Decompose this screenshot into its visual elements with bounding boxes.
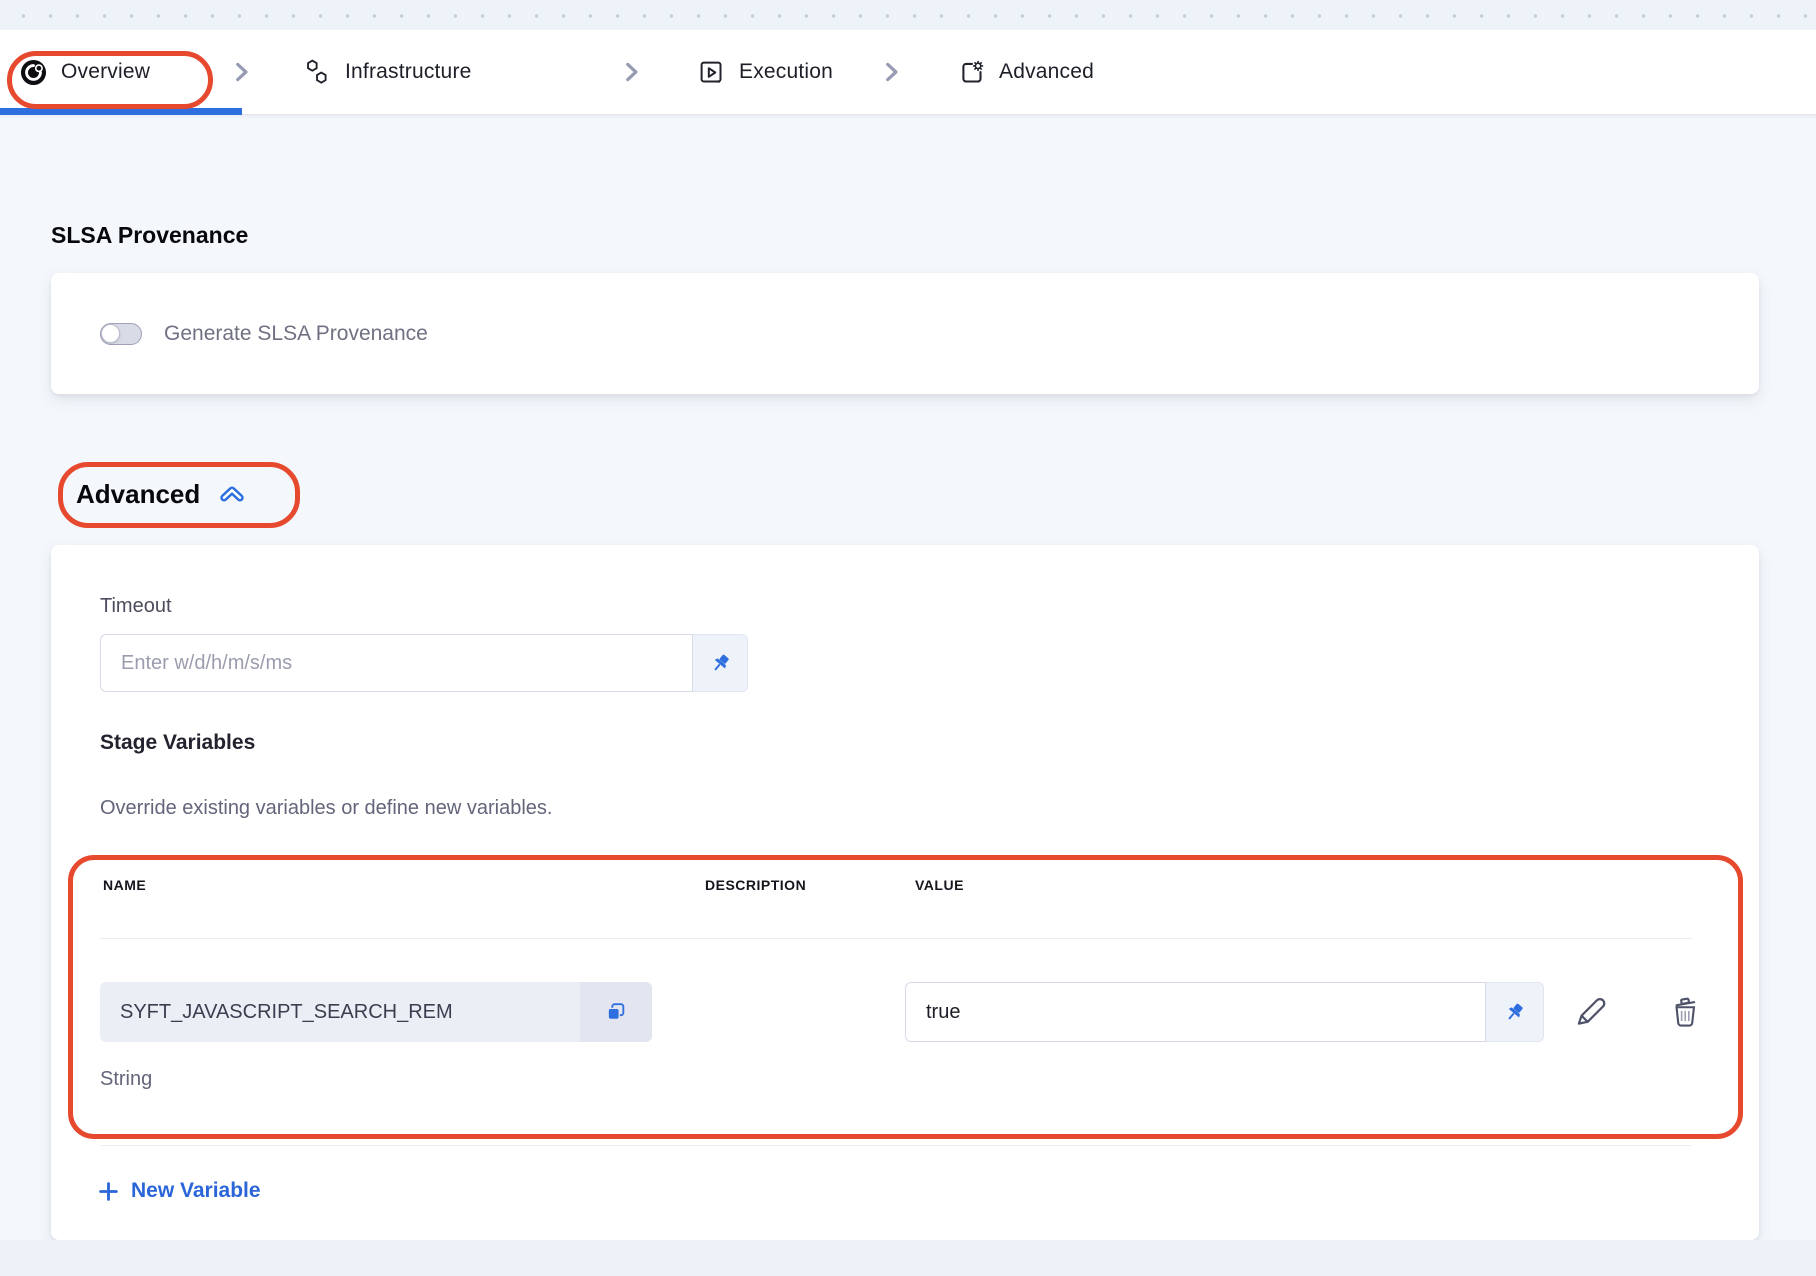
variable-value-group — [905, 982, 1544, 1042]
column-header-name: NAME — [103, 877, 146, 893]
timeout-input[interactable] — [100, 634, 693, 692]
tab-execution-label: Execution — [739, 60, 833, 84]
trash-icon — [1666, 993, 1704, 1031]
delete-variable-button[interactable] — [1663, 990, 1707, 1034]
generate-slsa-label: Generate SLSA Provenance — [164, 322, 428, 346]
pin-icon — [1503, 1001, 1526, 1024]
variable-value-input[interactable] — [905, 982, 1486, 1042]
timeout-label: Timeout — [100, 595, 172, 618]
advanced-section-header[interactable]: Advanced — [76, 478, 248, 510]
pencil-icon — [1571, 993, 1609, 1031]
column-header-value: VALUE — [915, 877, 964, 893]
tab-overview[interactable]: Overview — [20, 30, 150, 114]
overview-icon — [20, 59, 47, 86]
copy-icon — [605, 1001, 627, 1023]
slsa-provenance-card: Generate SLSA Provenance — [51, 273, 1759, 394]
new-variable-label: New Variable — [131, 1179, 261, 1203]
slsa-toggle-row: Generate SLSA Provenance — [100, 273, 428, 394]
chevron-up-icon — [216, 478, 248, 510]
variable-name-text: SYFT_JAVASCRIPT_SEARCH_REM — [100, 982, 580, 1042]
advanced-tab-icon — [958, 59, 985, 86]
toggle-knob — [101, 324, 120, 343]
timeout-pin-button[interactable] — [693, 634, 748, 692]
advanced-section-heading: Advanced — [76, 479, 200, 510]
edit-variable-button[interactable] — [1568, 990, 1612, 1034]
infrastructure-icon — [303, 58, 331, 86]
tab-overview-label: Overview — [61, 60, 150, 84]
dotted-canvas-background — [0, 0, 1816, 30]
tab-infrastructure[interactable]: Infrastructure — [303, 30, 472, 114]
stage-variables-heading: Stage Variables — [100, 731, 255, 755]
generate-slsa-toggle[interactable] — [100, 323, 142, 345]
variable-name-field[interactable]: SYFT_JAVASCRIPT_SEARCH_REM — [100, 982, 652, 1042]
advanced-settings-card: Timeout Stage Variables Override existin… — [51, 545, 1759, 1240]
stage-variables-description: Override existing variables or define ne… — [100, 797, 552, 820]
variable-type-label: String — [100, 1068, 152, 1091]
copy-name-button[interactable] — [580, 982, 652, 1042]
active-tab-underline — [0, 108, 242, 115]
slsa-provenance-heading: SLSA Provenance — [51, 222, 248, 249]
chevron-right-icon — [618, 30, 644, 114]
table-header-divider — [100, 938, 1692, 939]
stage-tabbar: Overview Infrastructure — [0, 30, 1816, 115]
plus-icon — [98, 1181, 119, 1202]
chevron-right-icon — [228, 30, 254, 114]
table-bottom-divider — [100, 1145, 1692, 1146]
column-header-description: DESCRIPTION — [705, 877, 806, 893]
tab-advanced-label: Advanced — [999, 60, 1094, 84]
chevron-right-icon — [878, 30, 904, 114]
tab-execution[interactable]: Execution — [698, 30, 833, 114]
tab-advanced[interactable]: Advanced — [958, 30, 1094, 114]
pin-icon — [709, 652, 732, 675]
tab-infrastructure-label: Infrastructure — [345, 60, 472, 84]
execution-icon — [698, 59, 725, 86]
stage-config-page: Overview Infrastructure — [0, 0, 1816, 1276]
variable-value-pin-button[interactable] — [1486, 982, 1544, 1042]
timeout-field-group — [100, 634, 748, 692]
new-variable-button[interactable]: New Variable — [98, 1179, 261, 1203]
page-bottom-background — [0, 1240, 1816, 1276]
